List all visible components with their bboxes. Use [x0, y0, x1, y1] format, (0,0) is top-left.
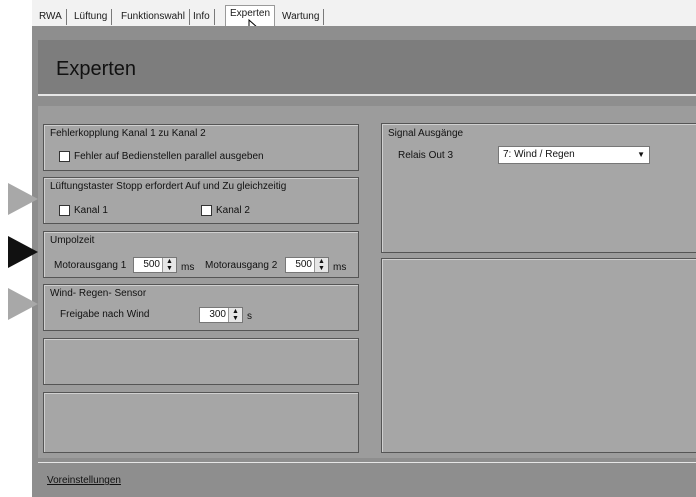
group-fehlerkopplung: Fehlerkopplung Kanal 1 zu Kanal 2 Fehler…: [43, 124, 359, 171]
group-empty-right: [381, 258, 696, 453]
spin-down-icon[interactable]: ▼: [318, 265, 325, 272]
relais-dropdown[interactable]: 7: Wind / Regen ▼: [498, 146, 650, 164]
group-title: Lüftungstaster Stopp erfordert Auf und Z…: [50, 181, 287, 192]
checkbox-kanal1[interactable]: [59, 205, 70, 216]
motor2-value: 500: [295, 259, 312, 270]
spin-up-icon[interactable]: ▲: [232, 308, 239, 315]
spin-up-icon[interactable]: ▲: [318, 258, 325, 265]
group-lueftungstaster: Lüftungstaster Stopp erfordert Auf und Z…: [43, 177, 359, 224]
checkbox-label: Fehler auf Bedienstellen parallel ausgeb…: [74, 151, 264, 162]
checkbox-fehler-parallel[interactable]: [59, 151, 70, 162]
spin-down-icon[interactable]: ▼: [166, 265, 173, 272]
relais-label: Relais Out 3: [398, 150, 454, 161]
group-signal-ausgaenge: Signal Ausgänge Relais Out 3 7: Wind / R…: [381, 123, 696, 253]
spin-buttons[interactable]: ▲ ▼: [228, 308, 242, 322]
group-title: Signal Ausgänge: [388, 128, 464, 139]
motor2-unit: ms: [333, 262, 347, 273]
tab-lueftung[interactable]: Lüftung: [70, 9, 113, 25]
spin-buttons[interactable]: ▲ ▼: [162, 258, 176, 272]
group-title: Wind- Regen- Sensor: [50, 288, 147, 299]
tab-bar: RWA Lüftung Funktionswahl Info Experten …: [32, 0, 696, 27]
footer-divider: [38, 462, 696, 463]
marker-arrow-gray-2: [8, 288, 38, 320]
page-header: [38, 40, 696, 96]
relais-value: 7: Wind / Regen: [503, 149, 575, 160]
motor1-unit: ms: [181, 262, 195, 273]
motor1-value: 500: [143, 259, 160, 270]
group-title: Umpolzeit: [50, 235, 95, 246]
spin-down-icon[interactable]: ▼: [232, 315, 239, 322]
motor2-label: Motorausgang 2: [205, 260, 278, 271]
freigabe-label: Freigabe nach Wind: [60, 309, 150, 320]
group-title: Fehlerkopplung Kanal 1 zu Kanal 2: [50, 128, 206, 139]
tab-info[interactable]: Info: [189, 9, 215, 25]
motor1-stepper[interactable]: 500 ▲ ▼: [133, 257, 177, 273]
group-empty-2: [43, 392, 359, 453]
freigabe-value: 300: [209, 309, 226, 320]
chevron-down-icon[interactable]: ▼: [637, 147, 645, 163]
checkbox-label-kanal1: Kanal 1: [74, 205, 108, 216]
checkbox-label-kanal2: Kanal 2: [216, 205, 250, 216]
marker-arrow-gray-1: [8, 183, 38, 215]
checkbox-kanal2[interactable]: [201, 205, 212, 216]
group-umpolzeit: Umpolzeit Motorausgang 1 500 ▲ ▼ ms Motor…: [43, 231, 359, 278]
marker-arrow-black: [8, 236, 38, 268]
freigabe-stepper[interactable]: 300 ▲ ▼: [199, 307, 243, 323]
motor2-stepper[interactable]: 500 ▲ ▼: [285, 257, 329, 273]
tab-funktionswahl[interactable]: Funktionswahl: [117, 9, 190, 25]
freigabe-unit: s: [247, 311, 252, 322]
voreinstellungen-link[interactable]: Voreinstellungen: [47, 475, 121, 486]
tab-wartung[interactable]: Wartung: [278, 9, 325, 25]
group-empty-1: [43, 338, 359, 385]
group-wind-regen-sensor: Wind- Regen- Sensor Freigabe nach Wind 3…: [43, 284, 359, 331]
spin-up-icon[interactable]: ▲: [166, 258, 173, 265]
spin-buttons[interactable]: ▲ ▼: [314, 258, 328, 272]
page-title: Experten: [56, 58, 137, 80]
motor1-label: Motorausgang 1: [54, 260, 127, 271]
tab-rwa[interactable]: RWA: [35, 9, 67, 25]
